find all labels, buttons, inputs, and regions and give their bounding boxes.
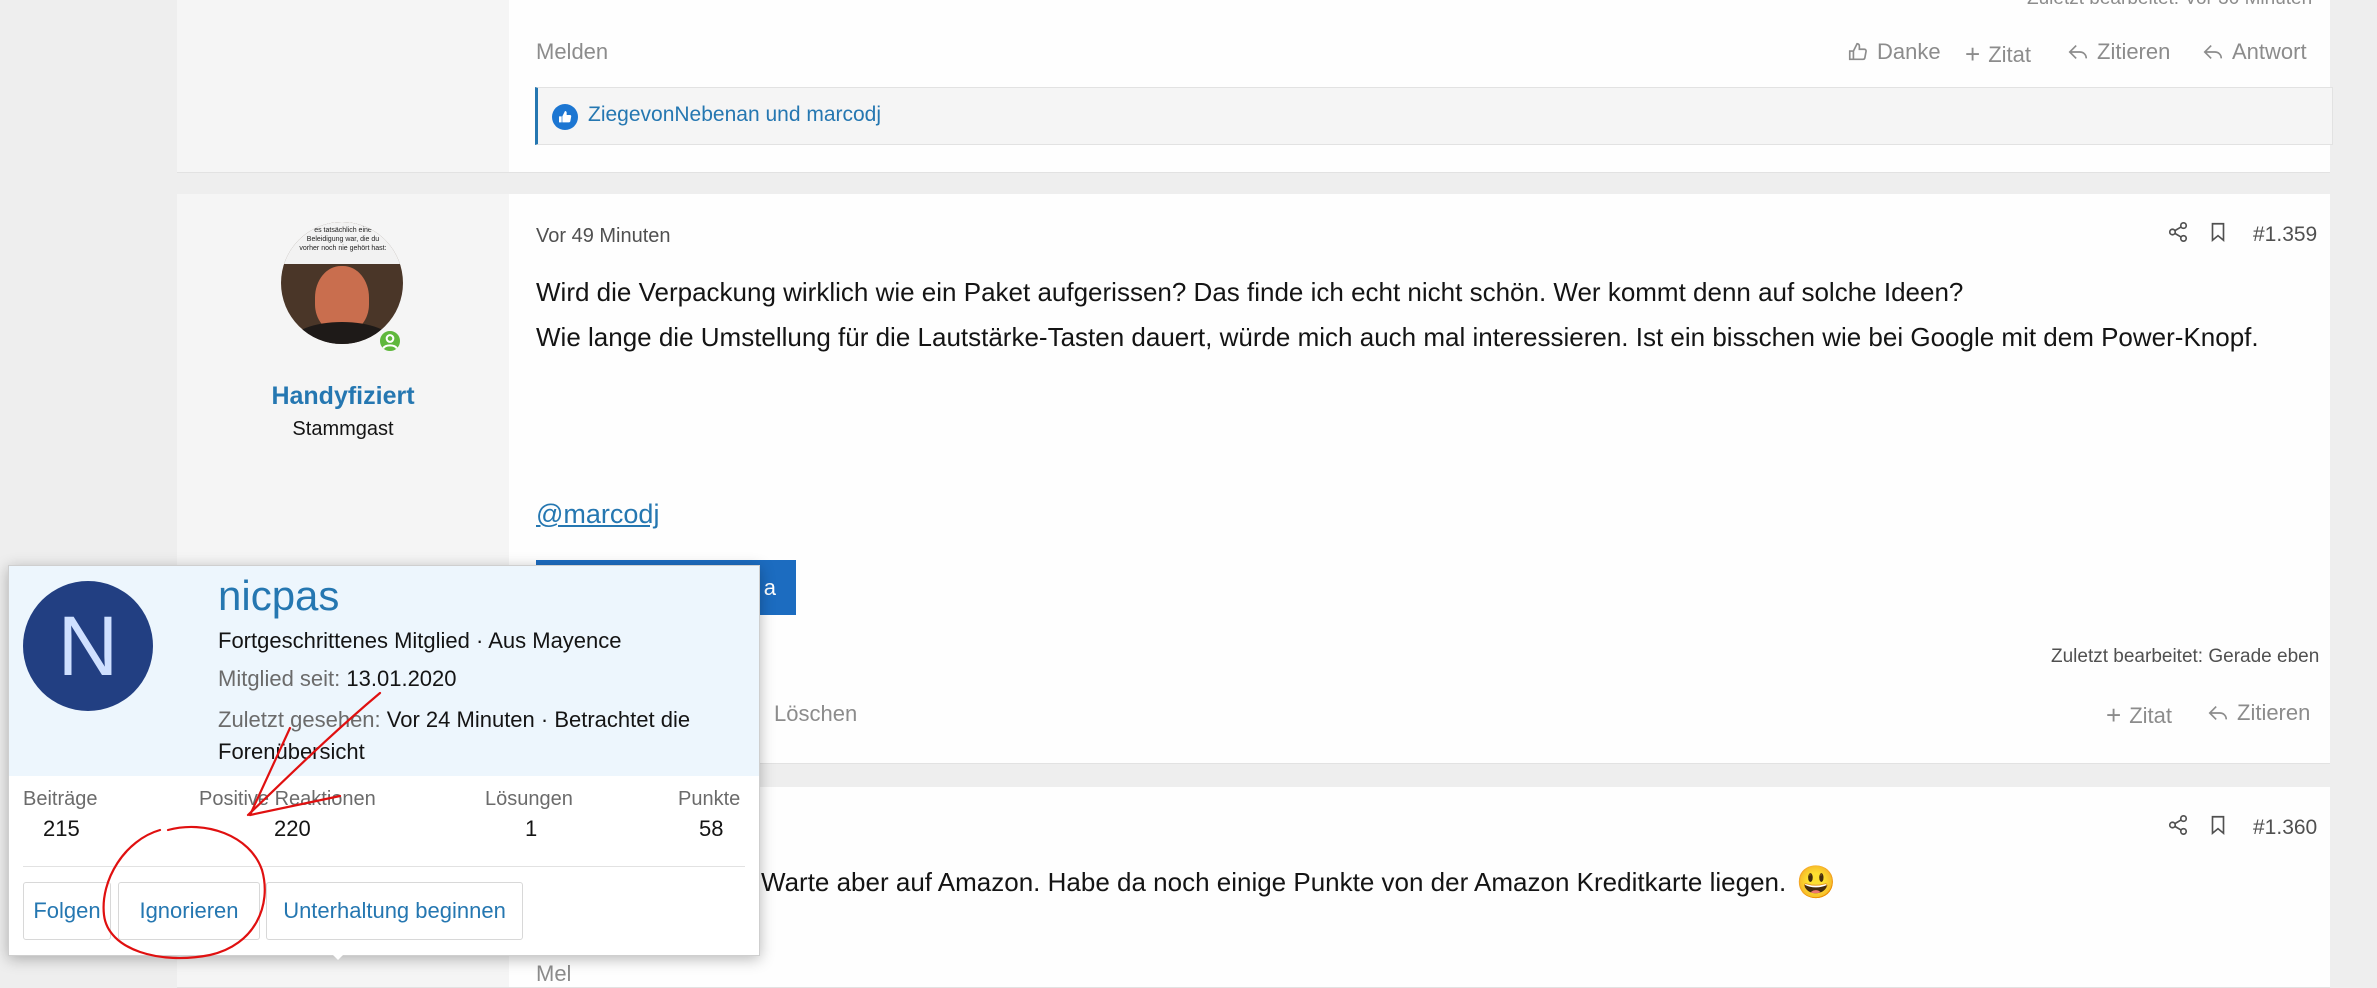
- annotation-arrow-shaft: [246, 691, 382, 817]
- red-annotation: [102, 691, 382, 960]
- annotation-arrow-head-1: [248, 726, 292, 817]
- annotation-circle: [102, 825, 266, 960]
